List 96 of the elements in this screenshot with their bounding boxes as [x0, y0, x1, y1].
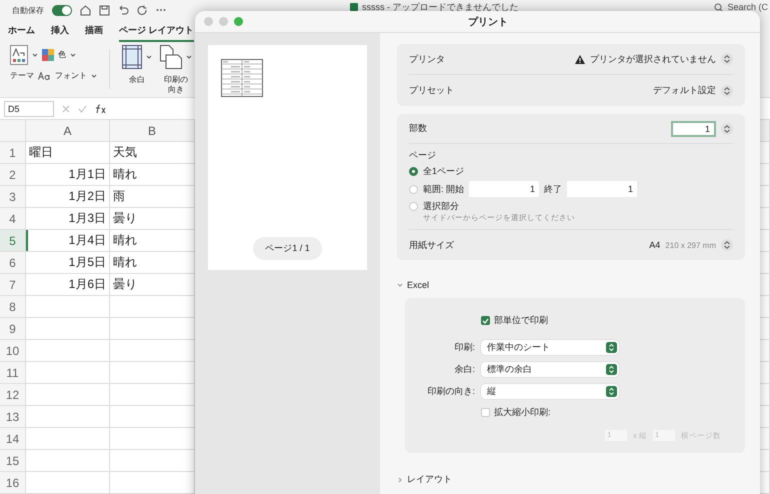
dropdown[interactable]: 標準の余白 [481, 362, 619, 377]
pages-label: ページ [409, 149, 437, 162]
row-header[interactable]: 12 [0, 384, 26, 406]
radio-button[interactable] [409, 167, 418, 176]
stepper-icon [606, 386, 617, 397]
paper-size-select[interactable]: A4 [649, 240, 660, 250]
range-end-label: 終了 [544, 182, 562, 196]
fonts-icon [38, 72, 51, 80]
theme-button[interactable]: テーマ [10, 71, 34, 81]
range-end-field[interactable]: 1 [567, 181, 638, 197]
row-header[interactable]: 3 [0, 186, 26, 208]
row-header[interactable]: 11 [0, 362, 26, 384]
stepper-icon[interactable] [721, 239, 733, 251]
ribbon-tab[interactable]: ホーム [8, 24, 35, 42]
row-header[interactable]: 14 [0, 428, 26, 450]
table-cell: 1月6日 [26, 274, 110, 296]
sheet-thumbnail-drawing [221, 59, 263, 97]
orientation-icon[interactable] [160, 45, 182, 69]
row-header[interactable]: 1 [0, 142, 26, 164]
page-indicator: ページ1 / 1 [253, 237, 322, 260]
orientation-button[interactable]: 印刷の向き [163, 75, 189, 94]
row-header[interactable]: 5 [0, 230, 26, 252]
range-start-field[interactable]: 1 [469, 181, 540, 197]
dropdown[interactable]: 作業中のシート [481, 340, 619, 355]
preset-label: プリセット [409, 84, 454, 97]
colors-button[interactable]: 色 [58, 50, 66, 60]
row-header[interactable]: 10 [0, 340, 26, 362]
checkbox-label: 拡大縮小印刷: [494, 406, 551, 419]
function-icon[interactable] [95, 104, 107, 114]
select-label: 印刷: [453, 341, 475, 354]
undo-icon[interactable] [118, 4, 129, 16]
table-cell: 1月5日 [26, 252, 110, 274]
dropdown[interactable]: 縦 [481, 384, 619, 399]
section-header[interactable]: レイアウト [407, 473, 452, 486]
colors-icon[interactable] [42, 49, 54, 61]
margins-button[interactable]: 余白 [129, 75, 145, 85]
stepper-icon[interactable] [721, 84, 733, 96]
autosave-toggle[interactable] [52, 4, 72, 16]
checkbox-label: 部単位で印刷 [494, 314, 548, 327]
copies-field[interactable]: 1 [671, 120, 716, 136]
fonts-button[interactable]: フォント [55, 71, 87, 81]
select-label: 印刷の向き: [426, 385, 475, 398]
radio-label: 範囲: 開始 [423, 182, 464, 196]
caret-icon [70, 53, 76, 57]
row-header[interactable]: 13 [0, 406, 26, 428]
copies-label: 部数 [409, 122, 427, 135]
save-icon[interactable] [99, 4, 110, 16]
select-label: 余白: [453, 363, 475, 376]
redo-icon[interactable] [137, 4, 148, 16]
more-icon[interactable] [156, 8, 166, 12]
dialog-title: プリント [468, 15, 508, 28]
row-header[interactable]: 8 [0, 296, 26, 318]
row-header[interactable]: 15 [0, 450, 26, 472]
ribbon-tab[interactable]: 描画 [85, 24, 103, 42]
search-icon [714, 2, 724, 12]
theme-icon[interactable] [10, 45, 28, 65]
table-cell: 曜日 [26, 142, 110, 164]
paper-dimensions: 210 x 297 mm [665, 240, 716, 250]
table-cell: 1月1日 [26, 164, 110, 186]
radio-label: 全1ページ [423, 165, 464, 178]
stepper-icon [606, 364, 617, 375]
excel-logo-icon [350, 3, 358, 11]
home-icon[interactable] [80, 4, 91, 16]
row-header[interactable]: 4 [0, 208, 26, 230]
column-header[interactable]: B [110, 120, 195, 142]
printer-label: プリンタ [409, 52, 445, 66]
table-cell: 1月4日 [26, 230, 110, 252]
caret-icon [146, 55, 152, 59]
preset-select[interactable]: デフォルト設定 [653, 84, 716, 97]
paper-size-label: 用紙サイズ [409, 238, 454, 252]
stepper-icon [606, 342, 617, 353]
printer-select[interactable]: プリンタが選択されていません [590, 52, 716, 66]
row-header[interactable]: 16 [0, 472, 26, 494]
caret-icon [186, 55, 192, 59]
radio-label: 選択部分 [423, 200, 459, 213]
margins-icon[interactable] [122, 45, 142, 69]
name-box[interactable]: D5 [4, 100, 54, 116]
table-cell: 1月2日 [26, 186, 110, 208]
chevron-icon[interactable] [397, 476, 403, 482]
table-cell: 1月3日 [26, 208, 110, 230]
chevron-icon[interactable] [397, 282, 403, 288]
caret-icon [91, 74, 97, 78]
section-header[interactable]: Excel [407, 280, 430, 290]
checkbox[interactable] [481, 316, 490, 325]
check-icon[interactable] [78, 104, 87, 112]
stepper-icon[interactable] [721, 122, 733, 134]
autosave-label: 自動保存 [12, 4, 44, 16]
stepper-icon[interactable] [721, 53, 733, 65]
row-header[interactable]: 2 [0, 164, 26, 186]
column-header[interactable]: A [26, 120, 110, 142]
ribbon-tab[interactable]: 挿入 [51, 24, 69, 42]
row-header[interactable]: 9 [0, 318, 26, 340]
search-field[interactable]: Search (C [727, 2, 768, 12]
row-header[interactable]: 6 [0, 252, 26, 274]
caret-icon [32, 53, 38, 57]
row-header[interactable]: 7 [0, 274, 26, 296]
